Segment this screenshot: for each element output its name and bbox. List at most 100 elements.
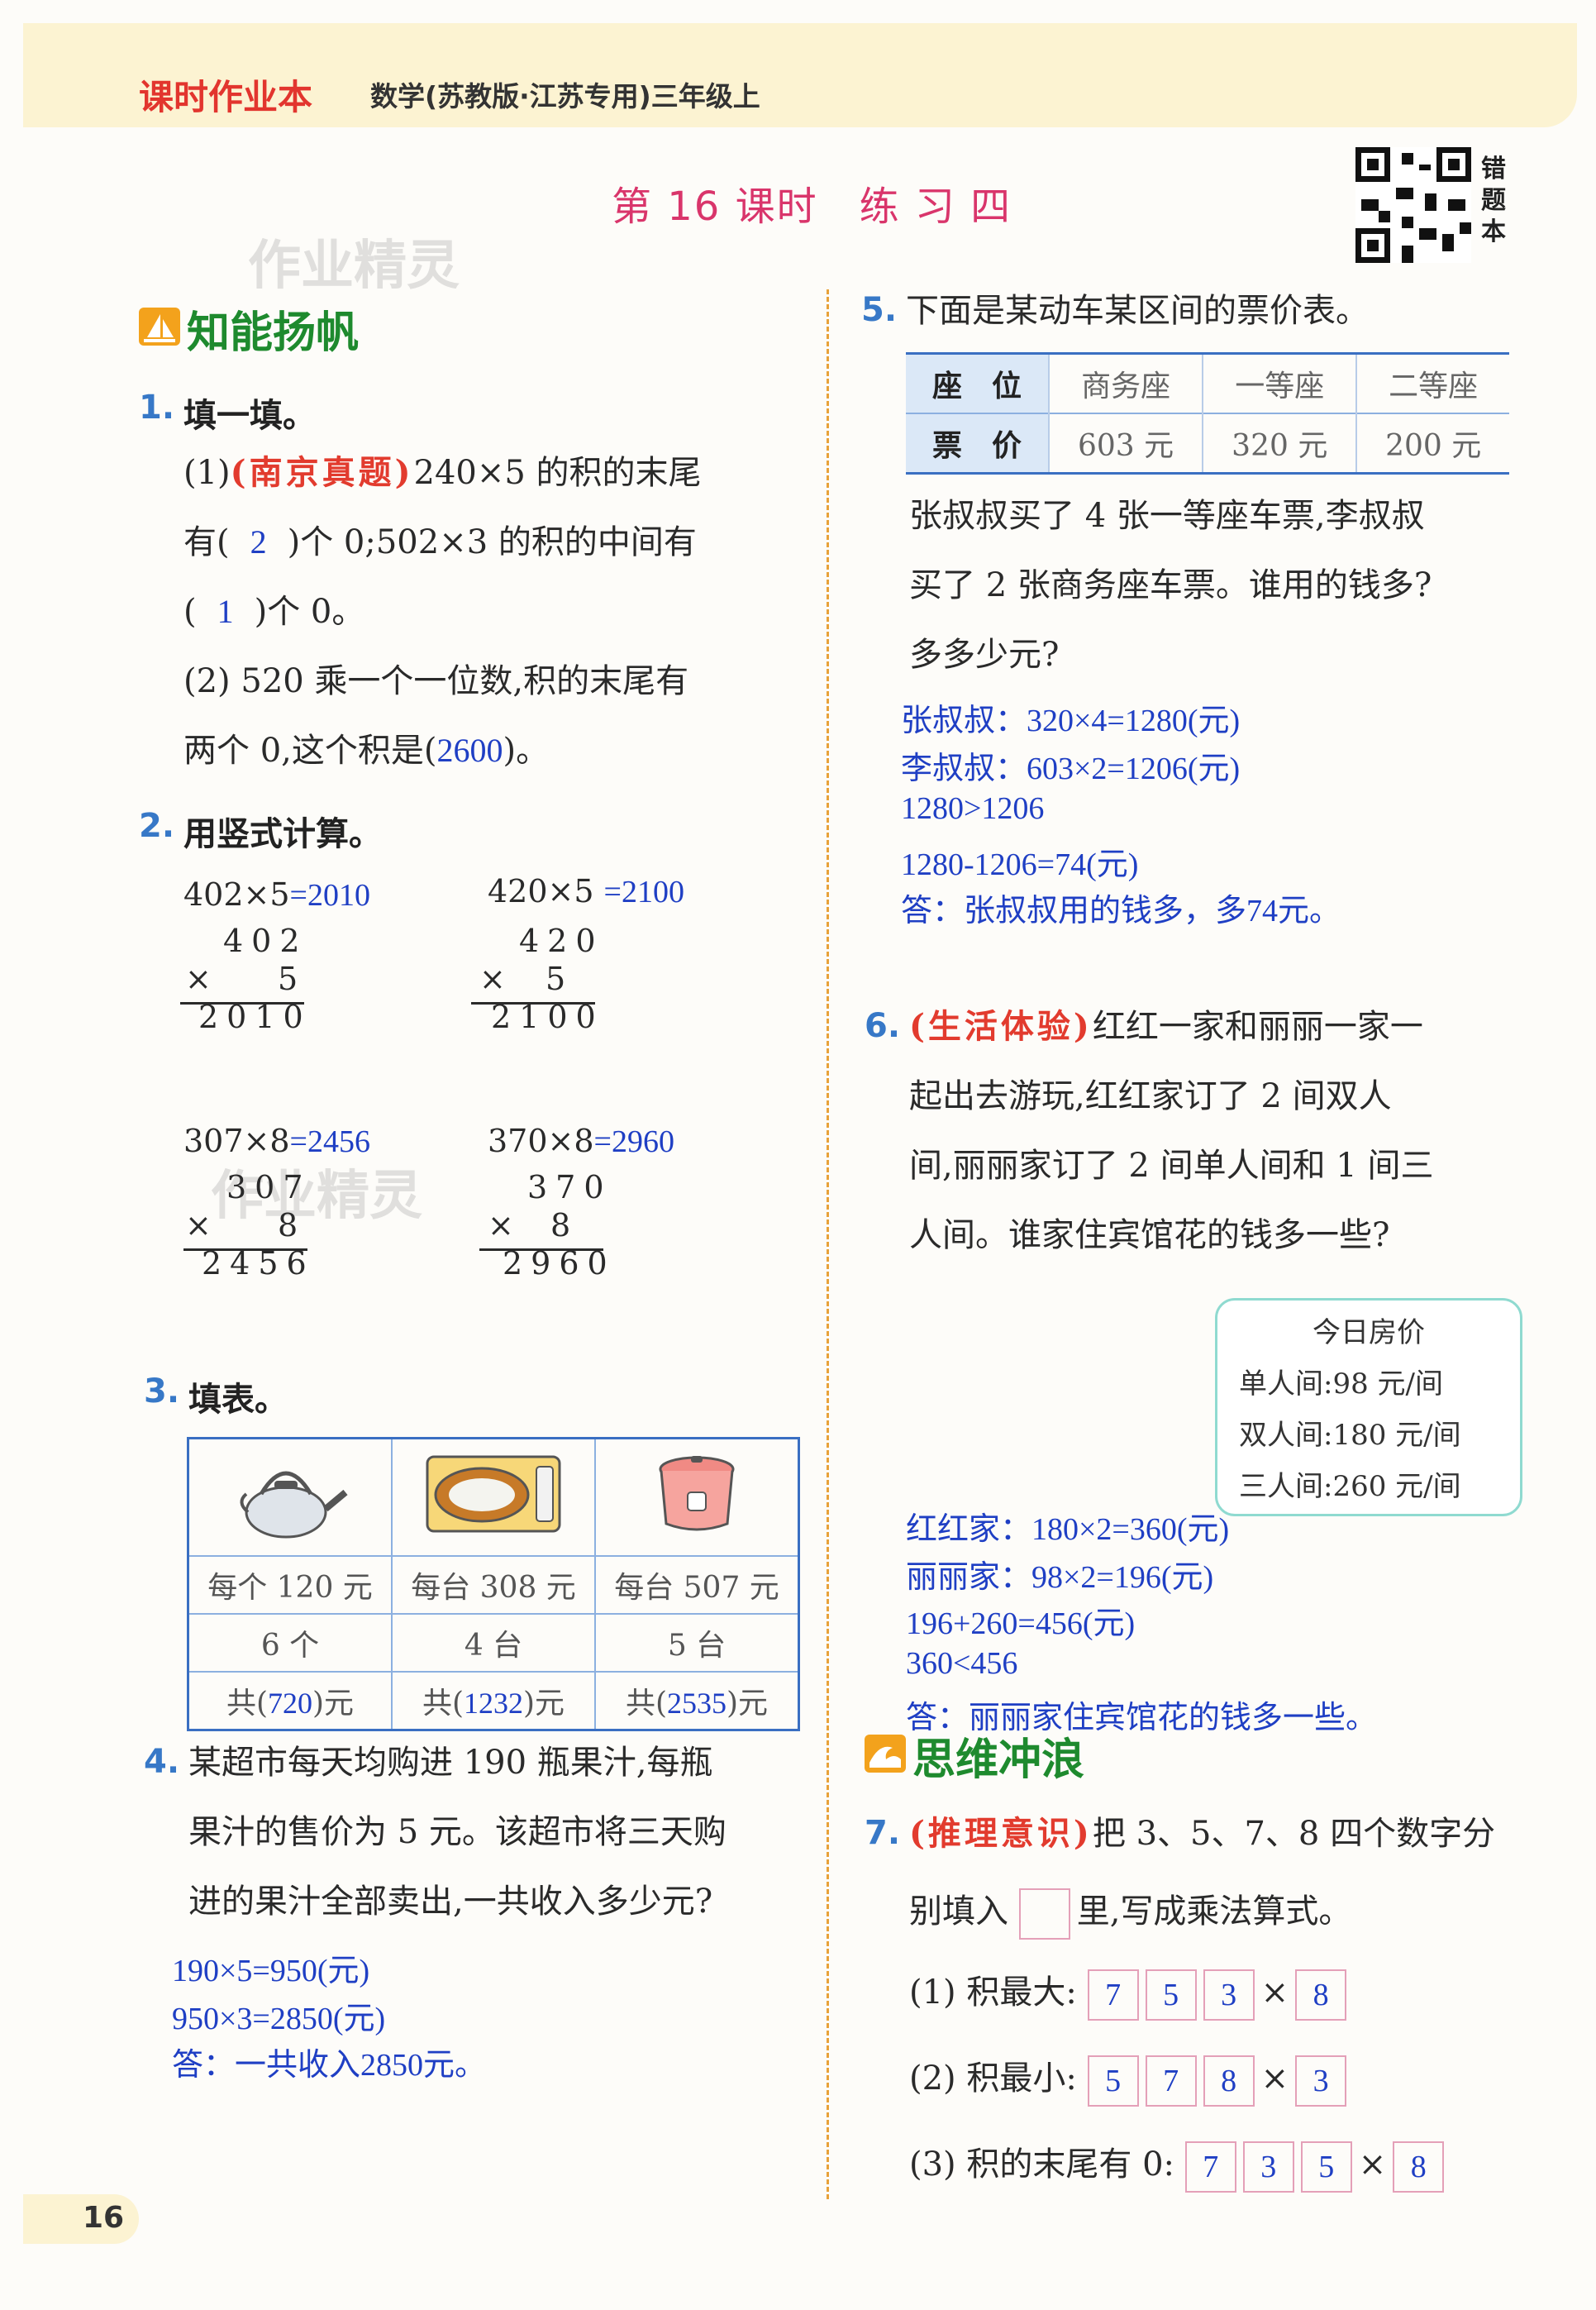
digit-box[interactable]: 7 bbox=[1087, 1969, 1139, 2021]
q6-line: 起出去游玩,红红家订了 2 间双人 bbox=[909, 1077, 1392, 1115]
vertical-calc: 370×8=2960 370 × 8 2960 bbox=[479, 1123, 674, 1281]
page-number: 16 bbox=[83, 2201, 125, 2235]
table-cell: 二等座 bbox=[1355, 353, 1509, 413]
question-number: 4. bbox=[144, 1743, 180, 1781]
subject-title: 数学(苏教版·江苏专用)三年级上 bbox=[370, 80, 760, 112]
handwritten-answer: 丽丽家：98×2=196(元) bbox=[906, 1560, 1214, 1595]
vertical-calc: 307×8=2456 307 × 8 2456 bbox=[183, 1123, 370, 1281]
table-cell: 603 元 bbox=[1047, 413, 1203, 474]
digit-box[interactable]: 5 bbox=[1087, 2055, 1139, 2107]
q7-row: (1) 积最大: 7 5 3 × 8 bbox=[909, 1966, 1570, 2021]
column-divider bbox=[827, 289, 829, 2199]
kettle-icon bbox=[240, 1471, 348, 1538]
table-cell: 每台 507 元 bbox=[594, 1555, 800, 1615]
handwritten-answer: 1280>1206 bbox=[901, 791, 1045, 826]
table-cell: 每个 120 元 bbox=[187, 1555, 393, 1615]
error-book-label: 错题本 bbox=[1481, 155, 1506, 246]
question-title: 填表。 bbox=[188, 1381, 288, 1419]
section-title-knowledge: 知能扬帆 bbox=[187, 308, 360, 358]
table-cell: 4 台 bbox=[391, 1613, 596, 1673]
answer-blank[interactable]: 1232 bbox=[464, 1687, 523, 1720]
table-cell: 5 台 bbox=[594, 1613, 800, 1673]
table-cell: 共(2535)元 bbox=[594, 1671, 800, 1731]
q5-line: 多多少元? bbox=[909, 636, 1060, 674]
q5-line: 张叔叔买了 4 张一等座车票,李叔叔 bbox=[909, 497, 1425, 535]
question-number: 7. bbox=[865, 1814, 901, 1852]
digit-box[interactable]: 3 bbox=[1203, 1969, 1255, 2021]
question-number: 3. bbox=[144, 1372, 180, 1410]
q7-row: (2) 积最小: 5 7 8 × 3 bbox=[909, 2052, 1570, 2107]
table-cell: 320 元 bbox=[1202, 413, 1357, 474]
ticket-price-table: 座 位 商务座 一等座 二等座 票 价 603 元 320 元 200 元 bbox=[906, 352, 1509, 475]
digit-box[interactable]: 8 bbox=[1295, 1969, 1347, 2021]
microwave-icon bbox=[426, 1455, 561, 1532]
q7-row: (3) 积的末尾有 0: 7 3 5 × 8 bbox=[909, 2138, 1570, 2193]
table-cell: 6 个 bbox=[187, 1613, 393, 1673]
answer-blank[interactable]: 2535 bbox=[667, 1687, 727, 1720]
wave-section-icon bbox=[865, 1735, 906, 1773]
q1-part2-line2: 两个 0,这个积是(2600)。 bbox=[183, 732, 550, 770]
q7-line: (推理意识)把 3、5、7、8 四个数字分 bbox=[909, 1814, 1496, 1853]
handwritten-answer: 1280-1206=74(元) bbox=[901, 847, 1139, 882]
q7-line: 别填入 里,写成乘法算式。 bbox=[909, 1877, 1570, 1946]
question-title: 用竖式计算。 bbox=[183, 815, 382, 853]
source-tag: (推理意识) bbox=[909, 1814, 1093, 1853]
q1-part2-line1: (2) 520 乘一个一位数,积的末尾有 bbox=[183, 662, 689, 700]
digit-box[interactable]: 8 bbox=[1393, 2141, 1445, 2193]
handwritten-answer: 答：一共收入2850元。 bbox=[172, 2048, 487, 2083]
digit-box[interactable]: 7 bbox=[1145, 2055, 1197, 2107]
price-item: 双人间:180 元/间 bbox=[1239, 1419, 1461, 1452]
table-cell: 共(1232)元 bbox=[391, 1671, 596, 1731]
brand-title: 课时作业本 bbox=[139, 77, 313, 117]
digit-box[interactable]: 5 bbox=[1300, 2141, 1352, 2193]
digit-box[interactable]: 8 bbox=[1203, 2055, 1255, 2107]
table-cell bbox=[187, 1437, 393, 1557]
question-number: 5. bbox=[861, 291, 898, 329]
q3-table: 每个 120 元 每台 308 元 每台 507 元 6 个 4 台 5 台 共… bbox=[187, 1437, 800, 1731]
digit-box[interactable]: 5 bbox=[1145, 1969, 1197, 2021]
handwritten-answer: 红红家：180×2=360(元) bbox=[906, 1512, 1230, 1547]
question-title: 下面是某动车某区间的票价表。 bbox=[906, 292, 1369, 330]
digit-box[interactable]: 3 bbox=[1295, 2055, 1347, 2107]
q6-line: 间,丽丽家订了 2 间单人间和 1 间三 bbox=[909, 1147, 1434, 1185]
section-title-thinking: 思维冲浪 bbox=[912, 1735, 1085, 1785]
digit-box[interactable]: 7 bbox=[1184, 2141, 1236, 2193]
handwritten-answer: 张叔叔：320×4=1280(元) bbox=[901, 704, 1241, 738]
digit-box[interactable]: 3 bbox=[1242, 2141, 1294, 2193]
answer-blank[interactable]: 1 bbox=[197, 577, 255, 647]
q6-line: 人间。谁家住宾馆花的钱多一些? bbox=[909, 1216, 1390, 1254]
q4-line: 某超市每天均购进 190 瓶果汁,每瓶 bbox=[188, 1744, 713, 1782]
handwritten-answer: 196+260=456(元) bbox=[906, 1606, 1136, 1641]
table-cell: 一等座 bbox=[1202, 353, 1357, 413]
source-tag: (南京真题) bbox=[230, 453, 414, 492]
answer-blank[interactable]: 2600 bbox=[436, 732, 503, 769]
q4-line: 果汁的售价为 5 元。该超市将三天购 bbox=[188, 1813, 727, 1851]
handwritten-answer: 190×5=950(元) bbox=[172, 1954, 370, 1988]
q6-line: (生活体验)红红一家和丽丽一家一 bbox=[909, 1007, 1423, 1046]
room-price-box: 今日房价 单人间:98 元/间 双人间:180 元/间 三人间:260 元/间 bbox=[1215, 1298, 1522, 1516]
digit-box bbox=[1018, 1888, 1070, 1940]
handwritten-answer: 360<456 bbox=[906, 1646, 1018, 1681]
watermark: 作业精灵 bbox=[248, 236, 460, 297]
table-cell bbox=[594, 1437, 800, 1557]
price-item: 单人间:98 元/间 bbox=[1239, 1367, 1443, 1401]
table-header: 票 价 bbox=[906, 413, 1049, 474]
answer-blank[interactable]: 720 bbox=[268, 1687, 312, 1720]
price-box-title: 今日房价 bbox=[1313, 1316, 1425, 1349]
question-title: 填一填。 bbox=[183, 397, 316, 435]
answer-blank[interactable]: 2 bbox=[230, 508, 288, 577]
question-number: 1. bbox=[139, 389, 175, 427]
lesson-title: 第 16 课时 练 习 四 bbox=[612, 184, 1012, 230]
handwritten-answer: 答：张叔叔用的钱多，多74元。 bbox=[901, 894, 1341, 928]
handwritten-answer: 950×3=2850(元) bbox=[172, 2002, 386, 2036]
table-cell: 共(720)元 bbox=[187, 1671, 393, 1731]
q1-part1-line2: 有(2)个 0;502×3 的积的中间有 bbox=[183, 508, 812, 577]
question-number: 6. bbox=[865, 1007, 901, 1045]
table-cell: 200 元 bbox=[1355, 413, 1509, 474]
table-cell bbox=[391, 1437, 596, 1557]
qr-code-icon[interactable] bbox=[1355, 147, 1471, 263]
sail-section-icon bbox=[139, 308, 180, 346]
q1-part1-line3: (1)个 0。 bbox=[183, 577, 812, 647]
price-item: 三人间:260 元/间 bbox=[1239, 1470, 1461, 1503]
table-header: 座 位 bbox=[906, 353, 1049, 413]
